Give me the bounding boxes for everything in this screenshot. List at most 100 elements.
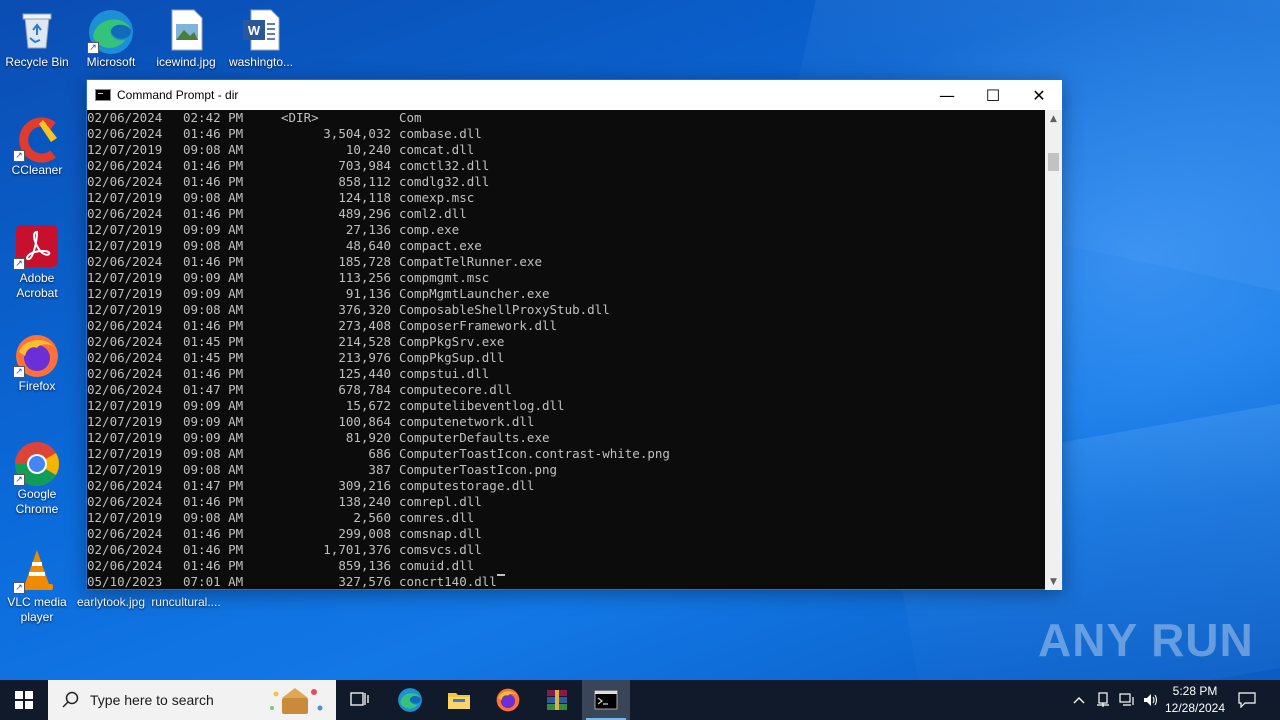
window-titlebar[interactable]: Command Prompt - dir — ☐ ✕ — [87, 80, 1062, 110]
shortcut-arrow-icon: ↗ — [13, 150, 25, 162]
line-date: 12/07/2019 — [87, 142, 163, 157]
line-time: 01:46 PM — [183, 542, 244, 557]
line-size: 299,008 — [338, 526, 391, 541]
line-date: 02/06/2024 — [87, 382, 163, 397]
desktop-icon-vlc[interactable]: ↗ VLC media player — [0, 548, 74, 625]
console-line: 02/06/2024 01:46 PM 125,440 compstui.dll — [87, 366, 1047, 382]
taskbar-firefox[interactable] — [484, 680, 532, 720]
line-size: 91,136 — [345, 286, 391, 301]
maximize-button[interactable]: ☐ — [970, 80, 1016, 110]
desktop-icon-adobe-acrobat[interactable]: ↗ Adobe Acrobat — [0, 224, 74, 301]
line-time: 09:08 AM — [183, 462, 244, 477]
line-time: 09:08 AM — [183, 238, 244, 253]
taskbar-file-explorer[interactable] — [435, 680, 483, 720]
line-date: 05/10/2023 — [87, 574, 163, 589]
desktop-icon-label: icewind.jpg — [156, 55, 216, 69]
line-name: comp.exe — [399, 222, 460, 237]
tray-volume[interactable] — [1140, 680, 1162, 720]
line-name: computelibeventlog.dll — [399, 398, 565, 413]
line-size: 309,216 — [338, 478, 391, 493]
taskbar-search-box[interactable]: Type here to search — [48, 680, 336, 720]
line-date: 12/07/2019 — [87, 414, 163, 429]
start-button[interactable] — [0, 680, 48, 720]
line-size: 81,920 — [345, 430, 391, 445]
console-line: 02/06/2024 01:46 PM 858,112 comdlg32.dll — [87, 174, 1047, 190]
scrollbar-thumb[interactable] — [1048, 153, 1059, 171]
desktop-icon-label: Adobe Acrobat — [16, 271, 58, 300]
console-line: 02/06/2024 02:42 PM <DIR> Com — [87, 110, 1047, 126]
taskbar-edge[interactable] — [386, 680, 434, 720]
line-size: 138,240 — [338, 494, 391, 509]
line-time: 01:46 PM — [183, 254, 244, 269]
desktop-icon-label: Firefox — [18, 379, 56, 393]
console-output[interactable]: 02/06/2024 02:42 PM <DIR> Com 02/06/2024 01:4… — [87, 110, 1047, 590]
minimize-button[interactable]: — — [924, 80, 970, 110]
console-line: 12/07/2019 09:08 AM 376,320 ComposableShell… — [87, 302, 1047, 318]
line-size: 678,784 — [338, 382, 391, 397]
chrome-icon: ↗ — [13, 440, 59, 486]
console-line: 12/07/2019 09:08 AM 48,640 compact.exe — [87, 238, 1047, 254]
line-date: 02/06/2024 — [87, 526, 163, 541]
console-line: 02/06/2024 01:46 PM 489,296 coml2.dll — [87, 206, 1047, 222]
line-name: CompPkgSup.dll — [399, 350, 505, 365]
line-date: 12/07/2019 — [87, 270, 163, 285]
line-size: 48,640 — [345, 238, 391, 253]
system-clock[interactable]: 5:28 PM 12/28/2024 — [1160, 683, 1230, 717]
line-date: 12/07/2019 — [87, 286, 163, 301]
line-size: 125,440 — [338, 366, 391, 381]
line-name: combase.dll — [399, 126, 482, 141]
line-date: 12/07/2019 — [87, 238, 163, 253]
line-name: compact.exe — [399, 238, 482, 253]
line-date: 02/06/2024 — [87, 110, 163, 125]
desktop-icon-firefox[interactable]: ↗ Firefox — [0, 332, 74, 394]
line-time: 09:09 AM — [183, 286, 244, 301]
desktop-icon-label: VLC media player — [7, 595, 67, 624]
line-date: 02/06/2024 — [87, 318, 163, 333]
console-line: 02/06/2024 01:46 PM 703,984 comctl32.dll — [87, 158, 1047, 174]
line-date: 02/06/2024 — [87, 478, 163, 493]
scroll-up-arrow-icon[interactable]: ▲ — [1045, 110, 1062, 127]
tray-network[interactable] — [1116, 680, 1138, 720]
speaker-icon — [1144, 694, 1158, 706]
line-size: 489,296 — [338, 206, 391, 221]
line-name: comdlg32.dll — [399, 174, 490, 189]
line-size: 100,864 — [338, 414, 391, 429]
command-prompt-window[interactable]: Command Prompt - dir — ☐ ✕ 02/06/2024 02:… — [86, 79, 1063, 590]
line-time: 09:09 AM — [183, 398, 244, 413]
desktop-icon-washington-doc[interactable]: W washingto... — [224, 8, 298, 70]
line-name: comcat.dll — [399, 142, 475, 157]
scroll-down-arrow-icon[interactable]: ▼ — [1045, 573, 1062, 590]
line-time: 01:46 PM — [183, 494, 244, 509]
shortcut-arrow-icon: ↗ — [13, 582, 25, 594]
console-line: 02/06/2024 01:47 PM 678,784 computecore.dll — [87, 382, 1047, 398]
desktop-icon-recycle-bin[interactable]: Recycle Bin — [0, 8, 74, 70]
show-hidden-icons-chevron[interactable] — [1068, 680, 1090, 720]
line-date: 12/07/2019 — [87, 462, 163, 477]
line-name: ComposableShellProxyStub.dll — [399, 302, 610, 317]
desktop-icon-google-chrome[interactable]: ↗ Google Chrome — [0, 440, 74, 517]
console-line: 02/06/2024 01:46 PM 1,701,376 comsvcs.dll — [87, 542, 1047, 558]
chevron-up-icon — [1073, 697, 1085, 704]
line-date: 12/07/2019 — [87, 190, 163, 205]
line-size: 185,728 — [338, 254, 391, 269]
edge-icon — [398, 688, 422, 712]
search-icon — [62, 691, 79, 708]
network-icon — [1119, 693, 1134, 706]
line-date: 02/06/2024 — [87, 350, 163, 365]
close-button[interactable]: ✕ — [1016, 80, 1062, 110]
taskbar-command-prompt[interactable] — [582, 680, 630, 720]
action-center-button[interactable] — [1234, 680, 1260, 720]
taskbar-winrar[interactable] — [533, 680, 581, 720]
tray-device-icon[interactable] — [1092, 680, 1114, 720]
vertical-scrollbar[interactable]: ▲ ▼ — [1045, 110, 1062, 590]
taskbar-task-view[interactable] — [336, 680, 384, 720]
shortcut-arrow-icon: ↗ — [87, 42, 99, 54]
line-date: 02/06/2024 — [87, 206, 163, 221]
line-time: 09:09 AM — [183, 222, 244, 237]
line-name: ComposerFramework.dll — [399, 318, 558, 333]
console-line: 02/06/2024 01:46 PM 185,728 CompatTelRunner… — [87, 254, 1047, 270]
desktop-icon-edge[interactable]: ↗ Microsoft Edge — [74, 8, 148, 70]
desktop-icon-icewind[interactable]: icewind.jpg — [149, 8, 223, 70]
console-line: 02/06/2024 01:45 PM 213,976 CompPkgSup.dll — [87, 350, 1047, 366]
desktop-icon-ccleaner[interactable]: ↗ CCleaner — [0, 116, 74, 178]
